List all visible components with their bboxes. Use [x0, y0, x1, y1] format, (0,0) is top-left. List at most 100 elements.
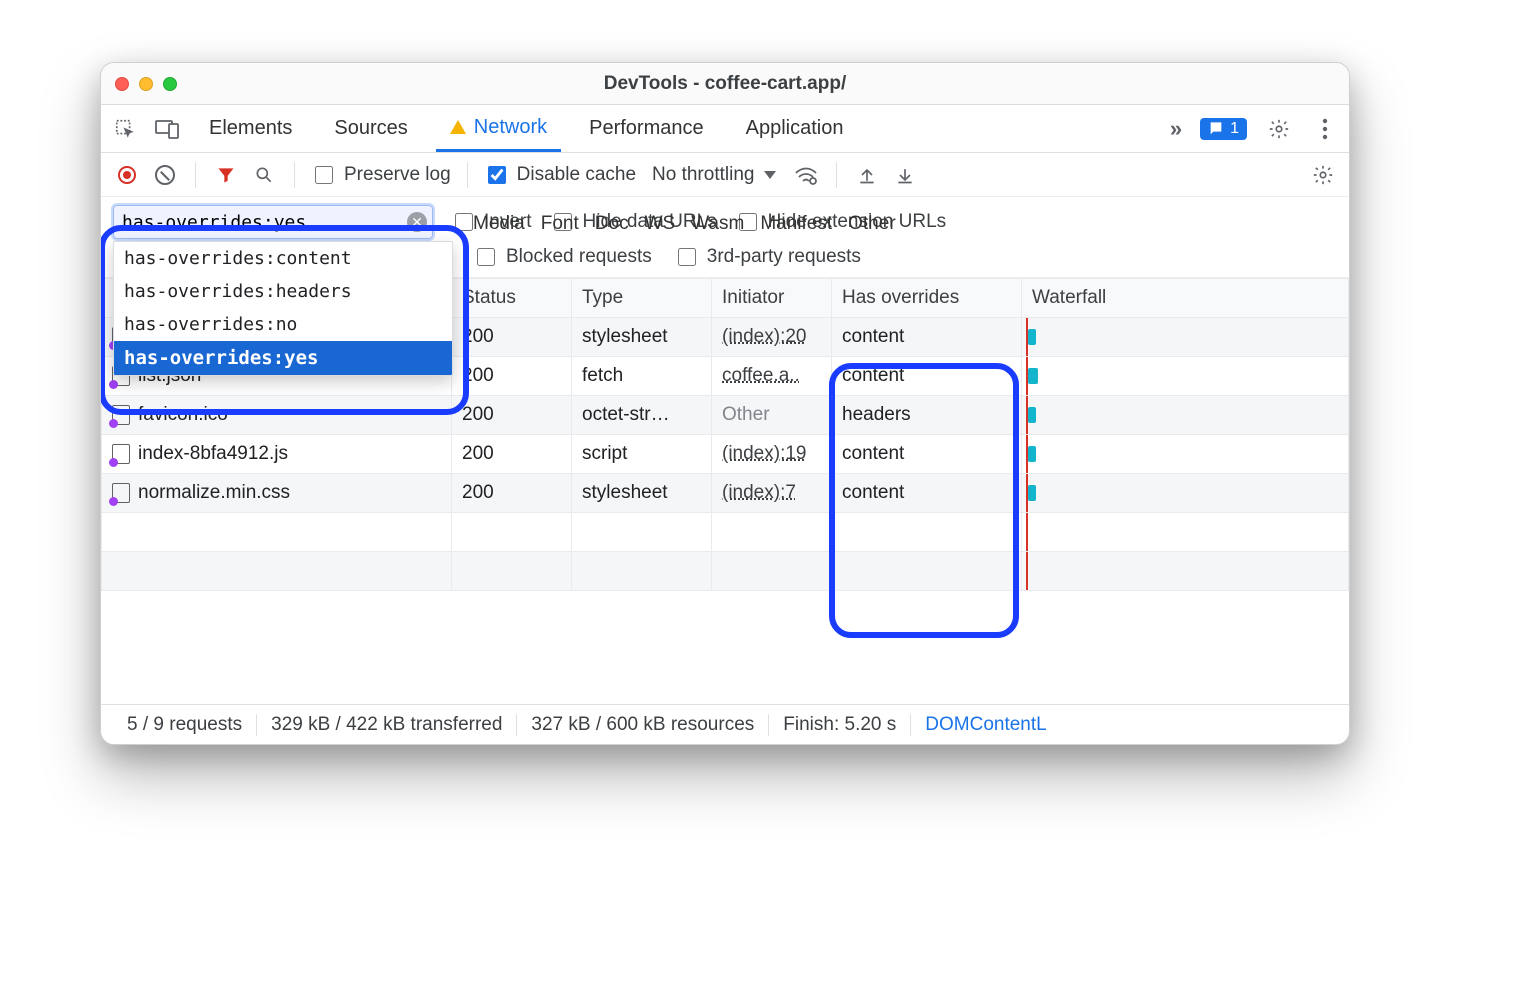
disable-cache-label: Disable cache — [517, 164, 636, 186]
column-header[interactable]: Initiator — [712, 279, 832, 318]
preserve-log-checkbox[interactable]: Preserve log — [311, 163, 451, 187]
filter-input-wrap: ✕ has-overrides:contenthas-overrides:hea… — [113, 205, 433, 239]
type-filter-manifest[interactable]: Manifest — [760, 213, 832, 235]
file-override-icon — [112, 405, 130, 425]
warning-icon — [450, 120, 466, 134]
column-header[interactable]: Type — [572, 279, 712, 318]
disable-cache-checkbox[interactable]: Disable cache — [484, 163, 636, 187]
initiator-link[interactable]: (index):7 — [722, 482, 796, 503]
tab-performance[interactable]: Performance — [575, 105, 718, 152]
waterfall-cell — [1022, 357, 1349, 396]
type-cell: stylesheet — [572, 474, 712, 513]
waterfall-cell — [1022, 318, 1349, 357]
record-button[interactable] — [113, 161, 141, 189]
status-resources: 327 kB / 600 kB resources — [517, 714, 769, 736]
type-filter-ws[interactable]: WS — [645, 213, 676, 235]
throttling-select[interactable]: No throttling — [646, 164, 782, 186]
tab-label: Sources — [334, 117, 407, 140]
maximize-window-button[interactable] — [163, 77, 177, 91]
clear-filter-icon[interactable]: ✕ — [407, 212, 427, 232]
filter-bar: ✕ has-overrides:contenthas-overrides:hea… — [101, 197, 1349, 278]
filter-icon[interactable] — [212, 161, 240, 189]
file-override-icon — [112, 444, 130, 464]
status-bar: 5 / 9 requests 329 kB / 422 kB transferr… — [101, 704, 1349, 744]
tab-application[interactable]: Application — [732, 105, 858, 152]
column-header[interactable]: Status — [452, 279, 572, 318]
table-row[interactable]: normalize.min.css200stylesheet(index):7c… — [102, 474, 1349, 513]
has-overrides-cell: content — [832, 435, 1022, 474]
request-name: favicon.ico — [138, 404, 228, 426]
tab-elements[interactable]: Elements — [195, 105, 306, 152]
waterfall-bar — [1028, 485, 1036, 501]
autocomplete-item[interactable]: has-overrides:headers — [114, 275, 452, 308]
kebab-menu-icon[interactable] — [1311, 115, 1339, 143]
initiator-link: Other — [722, 404, 770, 425]
device-toolbar-icon[interactable] — [153, 115, 181, 143]
waterfall-cell — [1022, 396, 1349, 435]
initiator-link[interactable]: coffee.a.. — [722, 365, 800, 386]
waterfall-bar — [1028, 446, 1036, 462]
issues-chip[interactable]: 1 — [1200, 118, 1247, 140]
autocomplete-item[interactable]: has-overrides:yes — [114, 341, 452, 375]
table-row[interactable]: index-8bfa4912.js 200script (index):19 cont… — [102, 435, 1349, 474]
table-row[interactable]: favicon.ico200octet-str…Otherheaders — [102, 396, 1349, 435]
status-cell: 200 — [452, 318, 572, 357]
waterfall-bar — [1028, 329, 1036, 345]
has-overrides-cell: headers — [832, 396, 1022, 435]
request-name: normalize.min.css — [138, 482, 290, 504]
issues-count: 1 — [1230, 120, 1239, 138]
autocomplete-item[interactable]: has-overrides:no — [114, 308, 452, 341]
tab-label: Network — [474, 116, 547, 139]
column-header[interactable]: Has overrides — [832, 279, 1022, 318]
download-har-icon[interactable] — [891, 161, 919, 189]
panel-tabs: Elements Sources Network Performance App… — [101, 105, 1349, 153]
throttling-value: No throttling — [652, 164, 754, 186]
status-cell: 200 — [452, 435, 572, 474]
minimize-window-button[interactable] — [139, 77, 153, 91]
tab-label: Performance — [589, 117, 704, 140]
search-icon[interactable] — [250, 161, 278, 189]
more-tabs-button[interactable]: » — [1170, 116, 1182, 142]
column-header[interactable]: Waterfall — [1022, 279, 1349, 318]
type-filter-doc[interactable]: Doc — [595, 213, 629, 235]
separator — [836, 162, 837, 188]
status-domcontentloaded: DOMContentL — [911, 714, 1060, 736]
has-overrides-cell: content — [832, 474, 1022, 513]
devtools-window: DevTools - coffee-cart.app/ Elements Sou… — [100, 62, 1350, 745]
has-overrides-cell: content — [832, 357, 1022, 396]
upload-har-icon[interactable] — [853, 161, 881, 189]
preserve-log-label: Preserve log — [344, 164, 451, 186]
status-transferred: 329 kB / 422 kB transferred — [257, 714, 517, 736]
blocked-requests-checkbox[interactable]: Blocked requests — [473, 245, 652, 269]
type-cell: stylesheet — [572, 318, 712, 357]
close-window-button[interactable] — [115, 77, 129, 91]
third-party-label: 3rd-party requests — [707, 246, 861, 268]
settings-icon[interactable] — [1265, 115, 1293, 143]
status-requests: 5 / 9 requests — [113, 714, 257, 736]
tab-network[interactable]: Network — [436, 105, 561, 152]
blocked-req-label: Blocked requests — [506, 246, 652, 268]
type-filter-media[interactable]: Media — [473, 213, 525, 235]
window-title: DevTools - coffee-cart.app/ — [101, 73, 1349, 95]
tab-sources[interactable]: Sources — [320, 105, 421, 152]
window-controls — [115, 77, 177, 91]
waterfall-bar — [1028, 368, 1038, 384]
third-party-checkbox[interactable]: 3rd-party requests — [674, 245, 861, 269]
tab-label: Elements — [209, 117, 292, 140]
type-filter-other[interactable]: Other — [848, 213, 896, 235]
status-finish: Finish: 5.20 s — [769, 714, 911, 736]
filter-input[interactable] — [113, 205, 433, 239]
type-filter-font[interactable]: Font — [541, 213, 579, 235]
initiator-link[interactable]: (index):20 — [722, 326, 807, 347]
autocomplete-item[interactable]: has-overrides:content — [114, 242, 452, 275]
clear-button[interactable] — [151, 161, 179, 189]
type-filter-wasm[interactable]: Wasm — [691, 213, 744, 235]
request-name: index-8bfa4912.js — [138, 443, 288, 465]
type-cell: script — [572, 435, 712, 474]
file-override-icon — [112, 483, 130, 503]
inspect-element-icon[interactable] — [111, 115, 139, 143]
has-overrides-cell: content — [832, 318, 1022, 357]
network-settings-icon[interactable] — [1309, 161, 1337, 189]
initiator-link[interactable]: (index):19 — [722, 443, 807, 464]
network-conditions-icon[interactable] — [792, 161, 820, 189]
